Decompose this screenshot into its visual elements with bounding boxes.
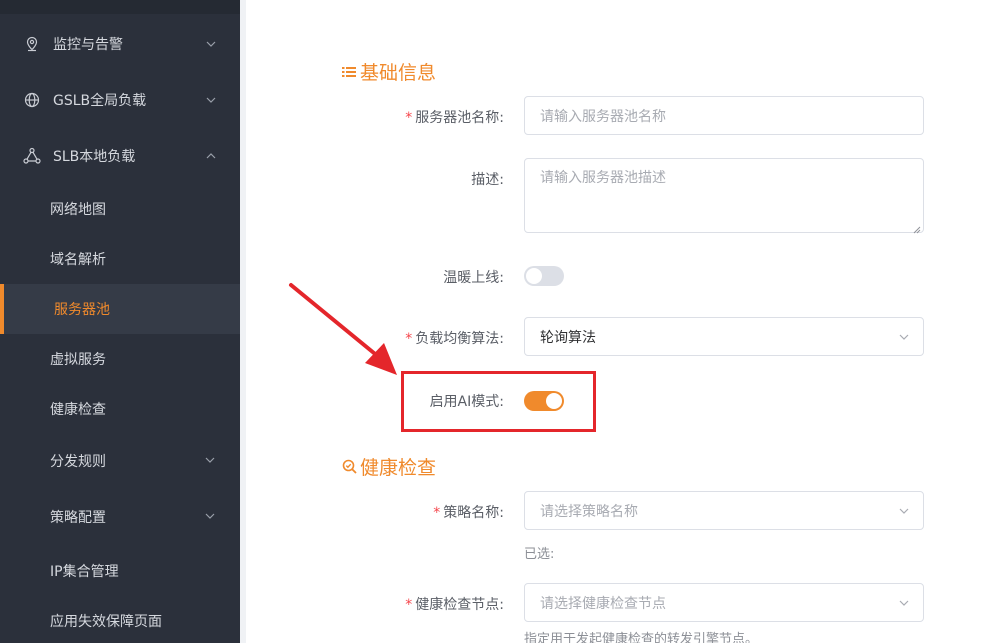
algorithm-select[interactable]: 轮询算法 [524,317,924,356]
network-nodes-icon [22,146,42,166]
required-mark: * [405,110,413,126]
description-label-text: 描述: [471,172,504,188]
warm-up-switch[interactable] [524,266,564,286]
sidebar-item-fallback-page[interactable]: 应用失效保障页面 [0,596,240,643]
description-placeholder: 请输入服务器池描述 [540,170,666,186]
chevron-down-icon [897,330,911,344]
check-node-label-text: 健康检查节点: [415,597,504,613]
section-title-text: 健康检查 [360,457,437,479]
algorithm-label-text: 负载均衡算法: [415,331,504,347]
section-title-health: 健康检查 [341,453,436,480]
sidebar-item-policy-config[interactable]: 策略配置 [0,492,240,542]
sidebar-group-slb[interactable]: SLB本地负载 [0,142,240,170]
check-node-placeholder: 请选择健康检查节点 [540,595,666,612]
check-node-label: * 健康检查节点: [304,594,504,614]
sidebar-group-label: 监控与告警 [53,37,123,53]
description-textarea[interactable]: 请输入服务器池描述 [524,158,924,234]
section-title-basic: 基础信息 [341,58,436,85]
algorithm-value: 轮询算法 [540,329,596,346]
pool-name-label-text: 服务器池名称: [415,110,504,126]
sidebar-item-label: 健康检查 [50,402,106,418]
sidebar-group-label: GSLB全局负载 [53,93,147,109]
policy-name-select[interactable]: 请选择策略名称 [524,491,924,530]
chevron-up-icon [204,149,218,163]
sidebar-item-label: 应用失效保障页面 [50,614,162,630]
chevron-down-icon [204,454,216,470]
required-mark: * [405,331,413,347]
switch-knob [526,268,542,284]
sidebar-item-label: 虚拟服务 [50,352,106,368]
algorithm-label: * 负载均衡算法: [304,328,504,348]
check-node-select[interactable]: 请选择健康检查节点 [524,583,924,622]
sidebar-item-label: IP集合管理 [50,564,119,580]
resize-grip-icon[interactable] [913,222,921,234]
sidebar-item-domain-resolution[interactable]: 域名解析 [0,234,240,284]
annotation-highlight-box [401,371,596,432]
required-mark: * [433,505,441,521]
sidebar: 监控与告警 GSLB全局负载 SLB本地负载 网络地图 域名解析 服务器池 虚拟… [0,0,240,643]
policy-name-label-text: 策略名称: [443,505,504,521]
sidebar-group-gslb[interactable]: GSLB全局负载 [0,86,240,114]
sidebar-item-label: 域名解析 [50,252,106,268]
sidebar-item-ip-set[interactable]: IP集合管理 [0,546,240,596]
chevron-down-icon [897,596,911,610]
warm-up-label-text: 温暖上线: [443,270,504,286]
sidebar-item-label: 策略配置 [50,510,106,526]
check-node-hint: 指定用于发起健康检查的转发引擎节点。 [524,632,759,643]
sidebar-group-monitoring[interactable]: 监控与告警 [0,30,240,58]
sidebar-top-edge [0,0,240,14]
required-mark: * [405,597,413,613]
list-icon [341,64,357,80]
pool-name-label: * 服务器池名称: [304,107,504,127]
sidebar-item-virtual-service[interactable]: 虚拟服务 [0,334,240,384]
section-title-text: 基础信息 [360,62,437,84]
policy-name-label: * 策略名称: [304,502,504,522]
sidebar-group-label: SLB本地负载 [53,149,136,165]
sidebar-item-health-check[interactable]: 健康检查 [0,384,240,434]
sidebar-item-server-pool[interactable]: 服务器池 [0,284,240,334]
sidebar-item-network-map[interactable]: 网络地图 [0,184,240,234]
globe-icon [22,90,42,110]
pool-name-input[interactable]: 请输入服务器池名称 [524,96,924,135]
chevron-down-icon [204,510,216,526]
active-indicator [0,284,4,334]
chevron-down-icon [204,93,218,107]
chevron-down-icon [897,504,911,518]
sidebar-item-label: 网络地图 [50,202,106,218]
policy-name-placeholder: 请选择策略名称 [540,503,638,520]
sidebar-item-label: 服务器池 [54,302,110,318]
chevron-down-icon [204,37,218,51]
location-pin-icon [22,34,42,54]
sidebar-item-label: 分发规则 [50,454,106,470]
policy-selected-hint: 已选: [524,547,555,562]
main-panel: 基础信息 * 服务器池名称: 请输入服务器池名称 描述: 请输入服务器池描述 温暖… [240,0,1004,643]
sidebar-item-dispatch-rules[interactable]: 分发规则 [0,436,240,486]
description-label: 描述: [304,169,504,189]
warm-up-label: 温暖上线: [304,267,504,287]
pool-name-placeholder: 请输入服务器池名称 [540,108,666,125]
search-check-icon [341,459,357,475]
form-card: 基础信息 * 服务器池名称: 请输入服务器池名称 描述: 请输入服务器池描述 温暖… [246,0,1004,643]
